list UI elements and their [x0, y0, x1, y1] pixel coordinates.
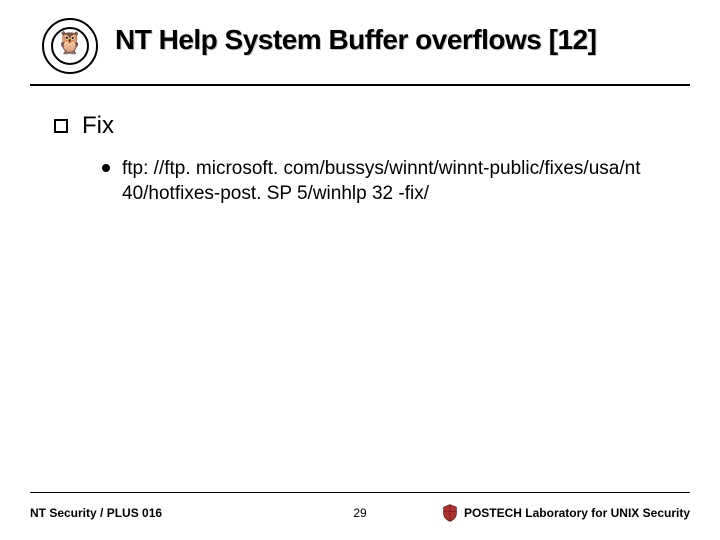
bullet-level1: Fix [54, 112, 680, 140]
footer-row: NT Security / PLUS 016 29 POSTECH Labora… [30, 504, 690, 522]
disc-bullet-icon [102, 164, 110, 172]
slide-title: NT Help System Buffer overflows [12] [115, 24, 690, 56]
bullet-level1-label: Fix [82, 112, 114, 140]
owl-icon: 🦉 [56, 32, 83, 54]
page-number: 29 [330, 506, 390, 520]
footer: NT Security / PLUS 016 29 POSTECH Labora… [30, 504, 690, 522]
header: 🦉 NT Help System Buffer overflows [12] [30, 16, 690, 92]
footer-left: NT Security / PLUS 016 [30, 506, 330, 520]
square-bullet-icon [54, 119, 68, 133]
bullet-level2: ftp: //ftp. microsoft. com/bussys/winnt/… [102, 156, 680, 206]
footer-right-label: POSTECH Laboratory for UNIX Security [464, 506, 690, 520]
footer-right: POSTECH Laboratory for UNIX Security [390, 504, 690, 522]
header-divider [30, 84, 690, 86]
bullet-level2-text: ftp: //ftp. microsoft. com/bussys/winnt/… [122, 156, 652, 206]
postech-shield-icon [442, 504, 458, 522]
slide: 🦉 NT Help System Buffer overflows [12] F… [0, 0, 720, 540]
footer-divider [30, 492, 690, 493]
owl-seal-logo: 🦉 [42, 18, 98, 74]
body: Fix ftp: //ftp. microsoft. com/bussys/wi… [54, 112, 680, 206]
